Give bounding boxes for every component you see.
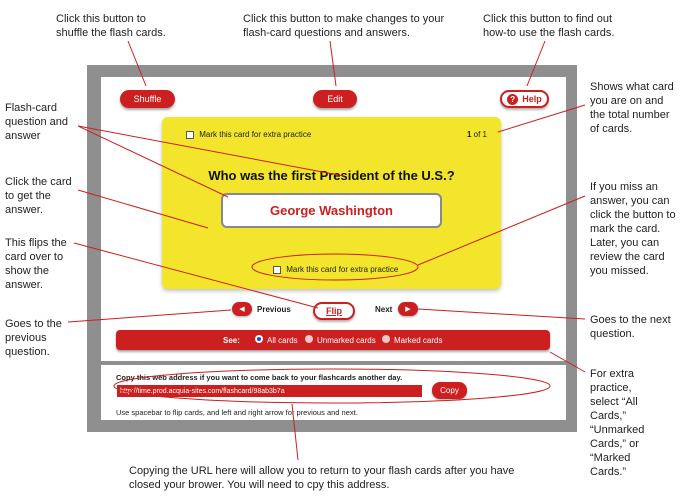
callout-counter [497,104,586,133]
callout-question [77,125,345,177]
callout-previous [67,309,232,323]
callout-filter [549,351,586,373]
callout-click-card [77,189,209,229]
callout-url [291,403,299,461]
callout-shuffle [127,40,147,87]
callout-help [526,40,546,87]
mark-highlight-ellipse [251,253,419,281]
callout-flip [73,242,319,309]
url-highlight-ellipse [113,368,551,404]
callout-answer [77,125,229,198]
callout-overlay [67,40,586,461]
callout-mark [417,195,586,266]
callout-next [417,308,586,320]
callout-edit [329,40,337,87]
